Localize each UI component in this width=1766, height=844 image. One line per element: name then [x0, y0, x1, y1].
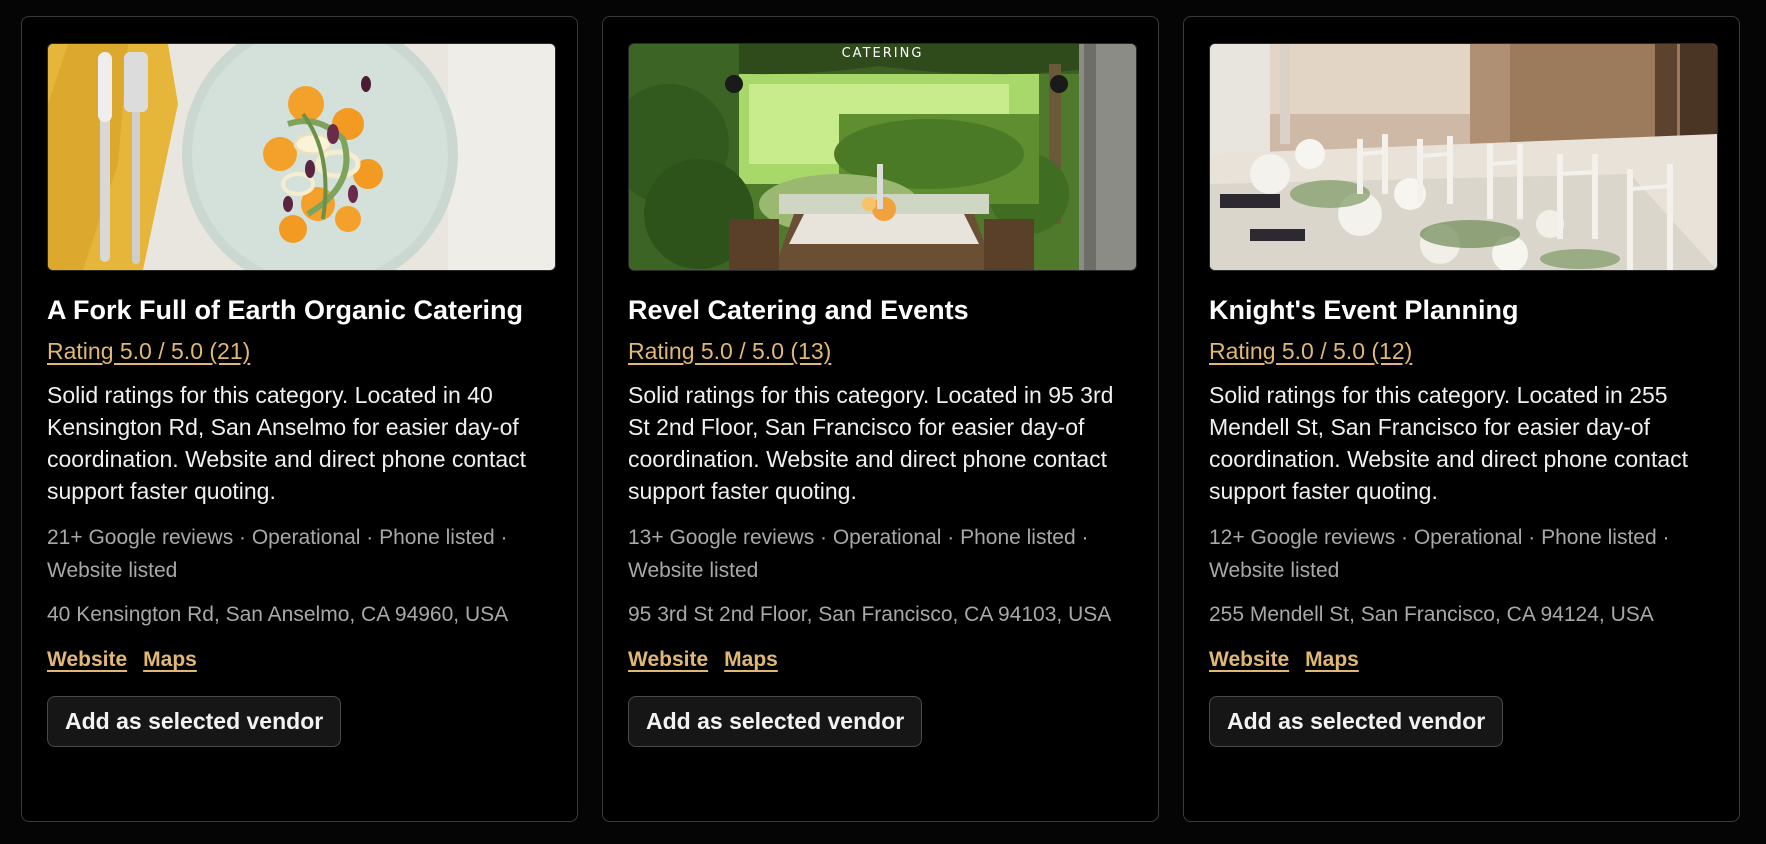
vendor-meta: 21+ Google reviews · Operational · Phone…	[47, 526, 508, 582]
vendor-description: Solid ratings for this category. Located…	[628, 382, 1114, 504]
vendor-address: 40 Kensington Rd, San Anselmo, CA 94960,…	[47, 603, 509, 626]
vendor-description: Solid ratings for this category. Located…	[1209, 382, 1689, 504]
vendor-photo	[1209, 43, 1718, 271]
vendor-name: A Fork Full of Earth Organic Catering	[47, 295, 524, 325]
website-link[interactable]: Website	[47, 648, 127, 672]
vendor-name: Revel Catering and Events	[628, 295, 969, 325]
vendor-name: Knight's Event Planning	[1209, 295, 1519, 325]
vendor-grid: A Fork Full of Earth Organic Catering Ra…	[21, 16, 1740, 822]
vendor-card: CATERING Revel Catering and Events Ratin…	[602, 16, 1159, 822]
add-vendor-button[interactable]: Add as selected vendor	[628, 696, 923, 747]
photo-caption: CATERING	[841, 46, 924, 61]
vendor-meta: 13+ Google reviews · Operational · Phone…	[628, 526, 1089, 582]
rating-link[interactable]: Rating 5.0 / 5.0 (21)	[47, 337, 250, 365]
vendor-address: 255 Mendell St, San Francisco, CA 94124,…	[1209, 603, 1654, 626]
maps-link[interactable]: Maps	[724, 648, 778, 672]
vendor-address: 95 3rd St 2nd Floor, San Francisco, CA 9…	[628, 603, 1112, 626]
website-link[interactable]: Website	[628, 648, 708, 672]
vendor-links: Website Maps	[1209, 648, 1714, 672]
add-vendor-button[interactable]: Add as selected vendor	[1209, 696, 1504, 747]
website-link[interactable]: Website	[1209, 648, 1289, 672]
vendor-meta: 12+ Google reviews · Operational · Phone…	[1209, 526, 1670, 582]
add-vendor-button[interactable]: Add as selected vendor	[47, 696, 342, 747]
vendor-card: Knight's Event Planning Rating 5.0 / 5.0…	[1183, 16, 1740, 822]
maps-link[interactable]: Maps	[143, 648, 197, 672]
vendor-photo: CATERING	[628, 43, 1137, 271]
vendor-photo	[47, 43, 556, 271]
vendor-card: A Fork Full of Earth Organic Catering Ra…	[21, 16, 578, 822]
vendor-links: Website Maps	[47, 648, 552, 672]
rating-link[interactable]: Rating 5.0 / 5.0 (13)	[628, 337, 831, 365]
vendor-description: Solid ratings for this category. Located…	[47, 382, 527, 504]
vendor-links: Website Maps	[628, 648, 1133, 672]
maps-link[interactable]: Maps	[1305, 648, 1359, 672]
rating-link[interactable]: Rating 5.0 / 5.0 (12)	[1209, 337, 1412, 365]
